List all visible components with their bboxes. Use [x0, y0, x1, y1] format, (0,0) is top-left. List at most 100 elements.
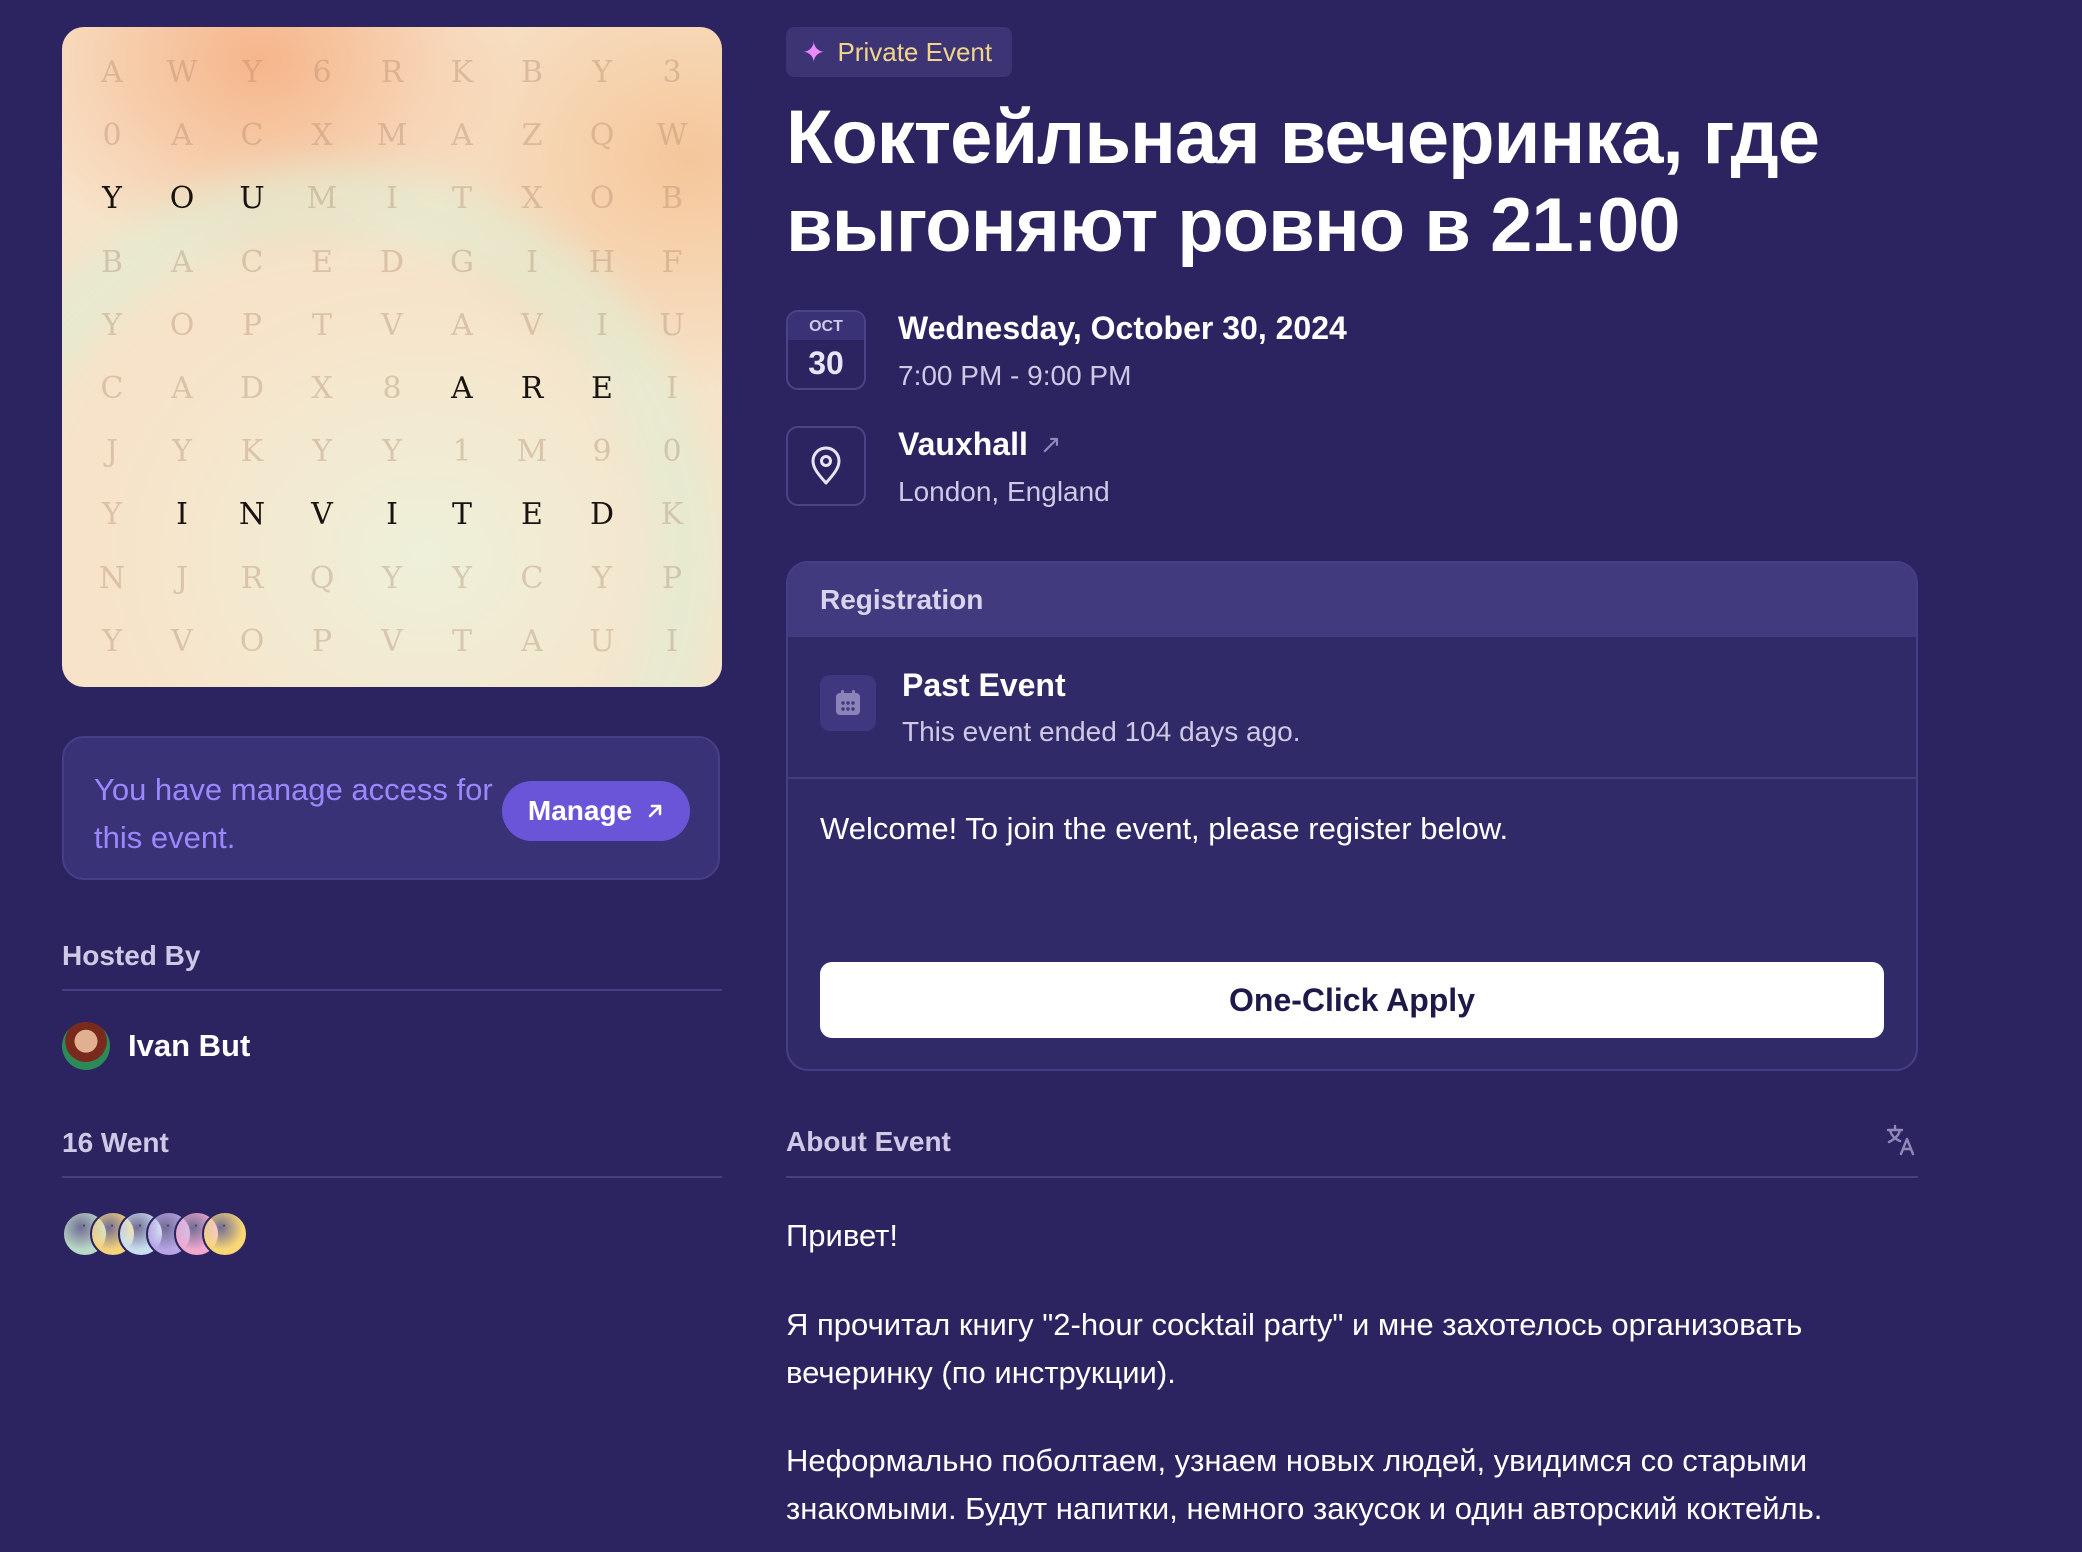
registration-welcome: Welcome! To join the event, please regis…: [820, 811, 1509, 846]
cover-letter: U: [589, 623, 615, 659]
manage-button-label: Manage: [527, 795, 633, 826]
cover-letter: J: [105, 434, 119, 470]
cover-letter: K: [240, 434, 264, 470]
cover-letter: E: [521, 497, 543, 533]
cover-letter: C: [100, 371, 124, 407]
cover-letter: X: [311, 118, 333, 154]
event-cover-image: AWY6RKBY30ACXMAZQWYOUMITXOBBACEDGIHFYOPT…: [62, 27, 722, 687]
host-avatar: [62, 1022, 110, 1070]
cover-letter: B: [520, 55, 544, 91]
cover-letter: I: [596, 307, 608, 343]
cover-letter: Y: [592, 560, 612, 596]
cover-letter: I: [526, 244, 538, 280]
cover-letter: I: [176, 497, 188, 533]
cover-letter: T: [451, 181, 472, 217]
cover-letter: Y: [102, 181, 122, 217]
translate-icon[interactable]: [1886, 1124, 1916, 1161]
cover-letter: I: [386, 497, 398, 533]
badge-label: Private Event: [837, 36, 993, 67]
cover-letter: C: [520, 560, 544, 596]
about-paragraph-3: Неформально поболтаем, узнаем новых люде…: [786, 1443, 1823, 1526]
cover-letter: O: [589, 181, 615, 217]
sparkle-icon: ✦: [802, 36, 826, 68]
cover-letter: A: [521, 623, 543, 659]
cover-letter: 0: [102, 118, 122, 154]
cover-letter: V: [171, 623, 193, 659]
cover-letter: B: [100, 244, 124, 280]
cover-letter: G: [450, 244, 474, 280]
cover-letter: Y: [102, 623, 122, 659]
cover-letter: 9: [592, 434, 612, 470]
calendar-icon-tile: [820, 675, 876, 731]
cover-letter: R: [520, 371, 544, 407]
past-event-status: Past Event This event ended 104 days ago…: [788, 637, 1916, 779]
cover-letter: 8: [382, 371, 402, 407]
venue-link[interactable]: Vauxhall ↗: [898, 426, 1062, 463]
cover-letter: Q: [589, 118, 615, 154]
manage-button[interactable]: Manage: [502, 781, 690, 841]
manage-access-card: You have manage access for this event. M…: [62, 736, 720, 880]
cover-letter: X: [521, 181, 543, 217]
host-name: Ivan But: [128, 1028, 251, 1063]
cover-letter: A: [171, 118, 193, 154]
hosted-by-label: Hosted By: [62, 940, 201, 971]
cover-letter: P: [241, 307, 263, 343]
attendees-divider: [62, 1176, 722, 1178]
cover-letter: Y: [452, 560, 472, 596]
cover-letter: D: [379, 244, 405, 280]
cover-letter: T: [451, 623, 472, 659]
past-event-title: Past Event: [902, 667, 1066, 703]
cover-letter: K: [450, 55, 474, 91]
cover-letter: Y: [102, 497, 122, 533]
about-paragraph-2: Я прочитал книгу "2-hour cocktail party"…: [786, 1307, 1803, 1390]
event-date: Wednesday, October 30, 2024: [898, 310, 1347, 346]
about-divider: [786, 1176, 1918, 1178]
cover-letter: T: [311, 307, 332, 343]
cover-letter: K: [660, 497, 684, 533]
cover-letter: A: [171, 244, 193, 280]
cover-letter-grid: AWY6RKBY30ACXMAZQWYOUMITXOBBACEDGIHFYOPT…: [77, 41, 707, 673]
cover-letter: D: [239, 371, 265, 407]
cover-letter: I: [666, 371, 678, 407]
cover-letter: U: [239, 181, 265, 217]
cover-letter: V: [521, 307, 543, 343]
cover-letter: B: [660, 181, 684, 217]
one-click-apply-button[interactable]: One-Click Apply: [820, 962, 1884, 1038]
cover-letter: C: [240, 244, 264, 280]
cover-letter: N: [238, 497, 266, 533]
attendee-avatars[interactable]: ˙ ˙ ˙ ˙ ˙ ˙: [62, 1211, 248, 1257]
cover-letter: 6: [312, 55, 332, 91]
cover-letter: A: [101, 55, 123, 91]
cover-letter: I: [666, 623, 678, 659]
cover-letter: D: [589, 497, 615, 533]
cover-letter: W: [166, 55, 198, 91]
cover-letter: A: [451, 118, 473, 154]
attendee-avatar: ˙: [202, 1211, 248, 1257]
about-paragraph-1: Привет!: [786, 1218, 898, 1253]
location-tile: [786, 426, 866, 506]
cover-letter: X: [311, 371, 333, 407]
host-item[interactable]: Ivan But: [62, 1022, 250, 1070]
cover-letter: T: [451, 497, 472, 533]
cover-letter: V: [311, 497, 333, 533]
about-event-label: About Event: [786, 1126, 951, 1157]
calendar-date-tile: OCT 30: [786, 310, 866, 390]
hosted-by-divider: [62, 989, 722, 991]
cover-letter: Y: [242, 55, 262, 91]
cover-letter: A: [451, 371, 473, 407]
arrow-up-right-icon: [648, 804, 662, 818]
external-link-icon: ↗: [1039, 429, 1062, 459]
past-event-subtitle: This event ended 104 days ago.: [902, 716, 1301, 747]
cover-letter: W: [656, 118, 688, 154]
venue-name: Vauxhall: [898, 426, 1028, 462]
cover-letter: A: [451, 307, 473, 343]
cover-letter: Y: [592, 55, 612, 91]
private-event-badge: ✦ Private Event: [786, 27, 1013, 77]
cover-letter: Y: [102, 307, 122, 343]
cover-letter: U: [659, 307, 685, 343]
registration-header: Registration: [788, 563, 1916, 637]
cover-letter: V: [381, 623, 403, 659]
cover-letter: P: [311, 623, 333, 659]
event-title: Коктейльная вечеринка, где выгоняют ровн…: [786, 95, 1820, 268]
attendee-count: 16 Went: [62, 1127, 169, 1158]
